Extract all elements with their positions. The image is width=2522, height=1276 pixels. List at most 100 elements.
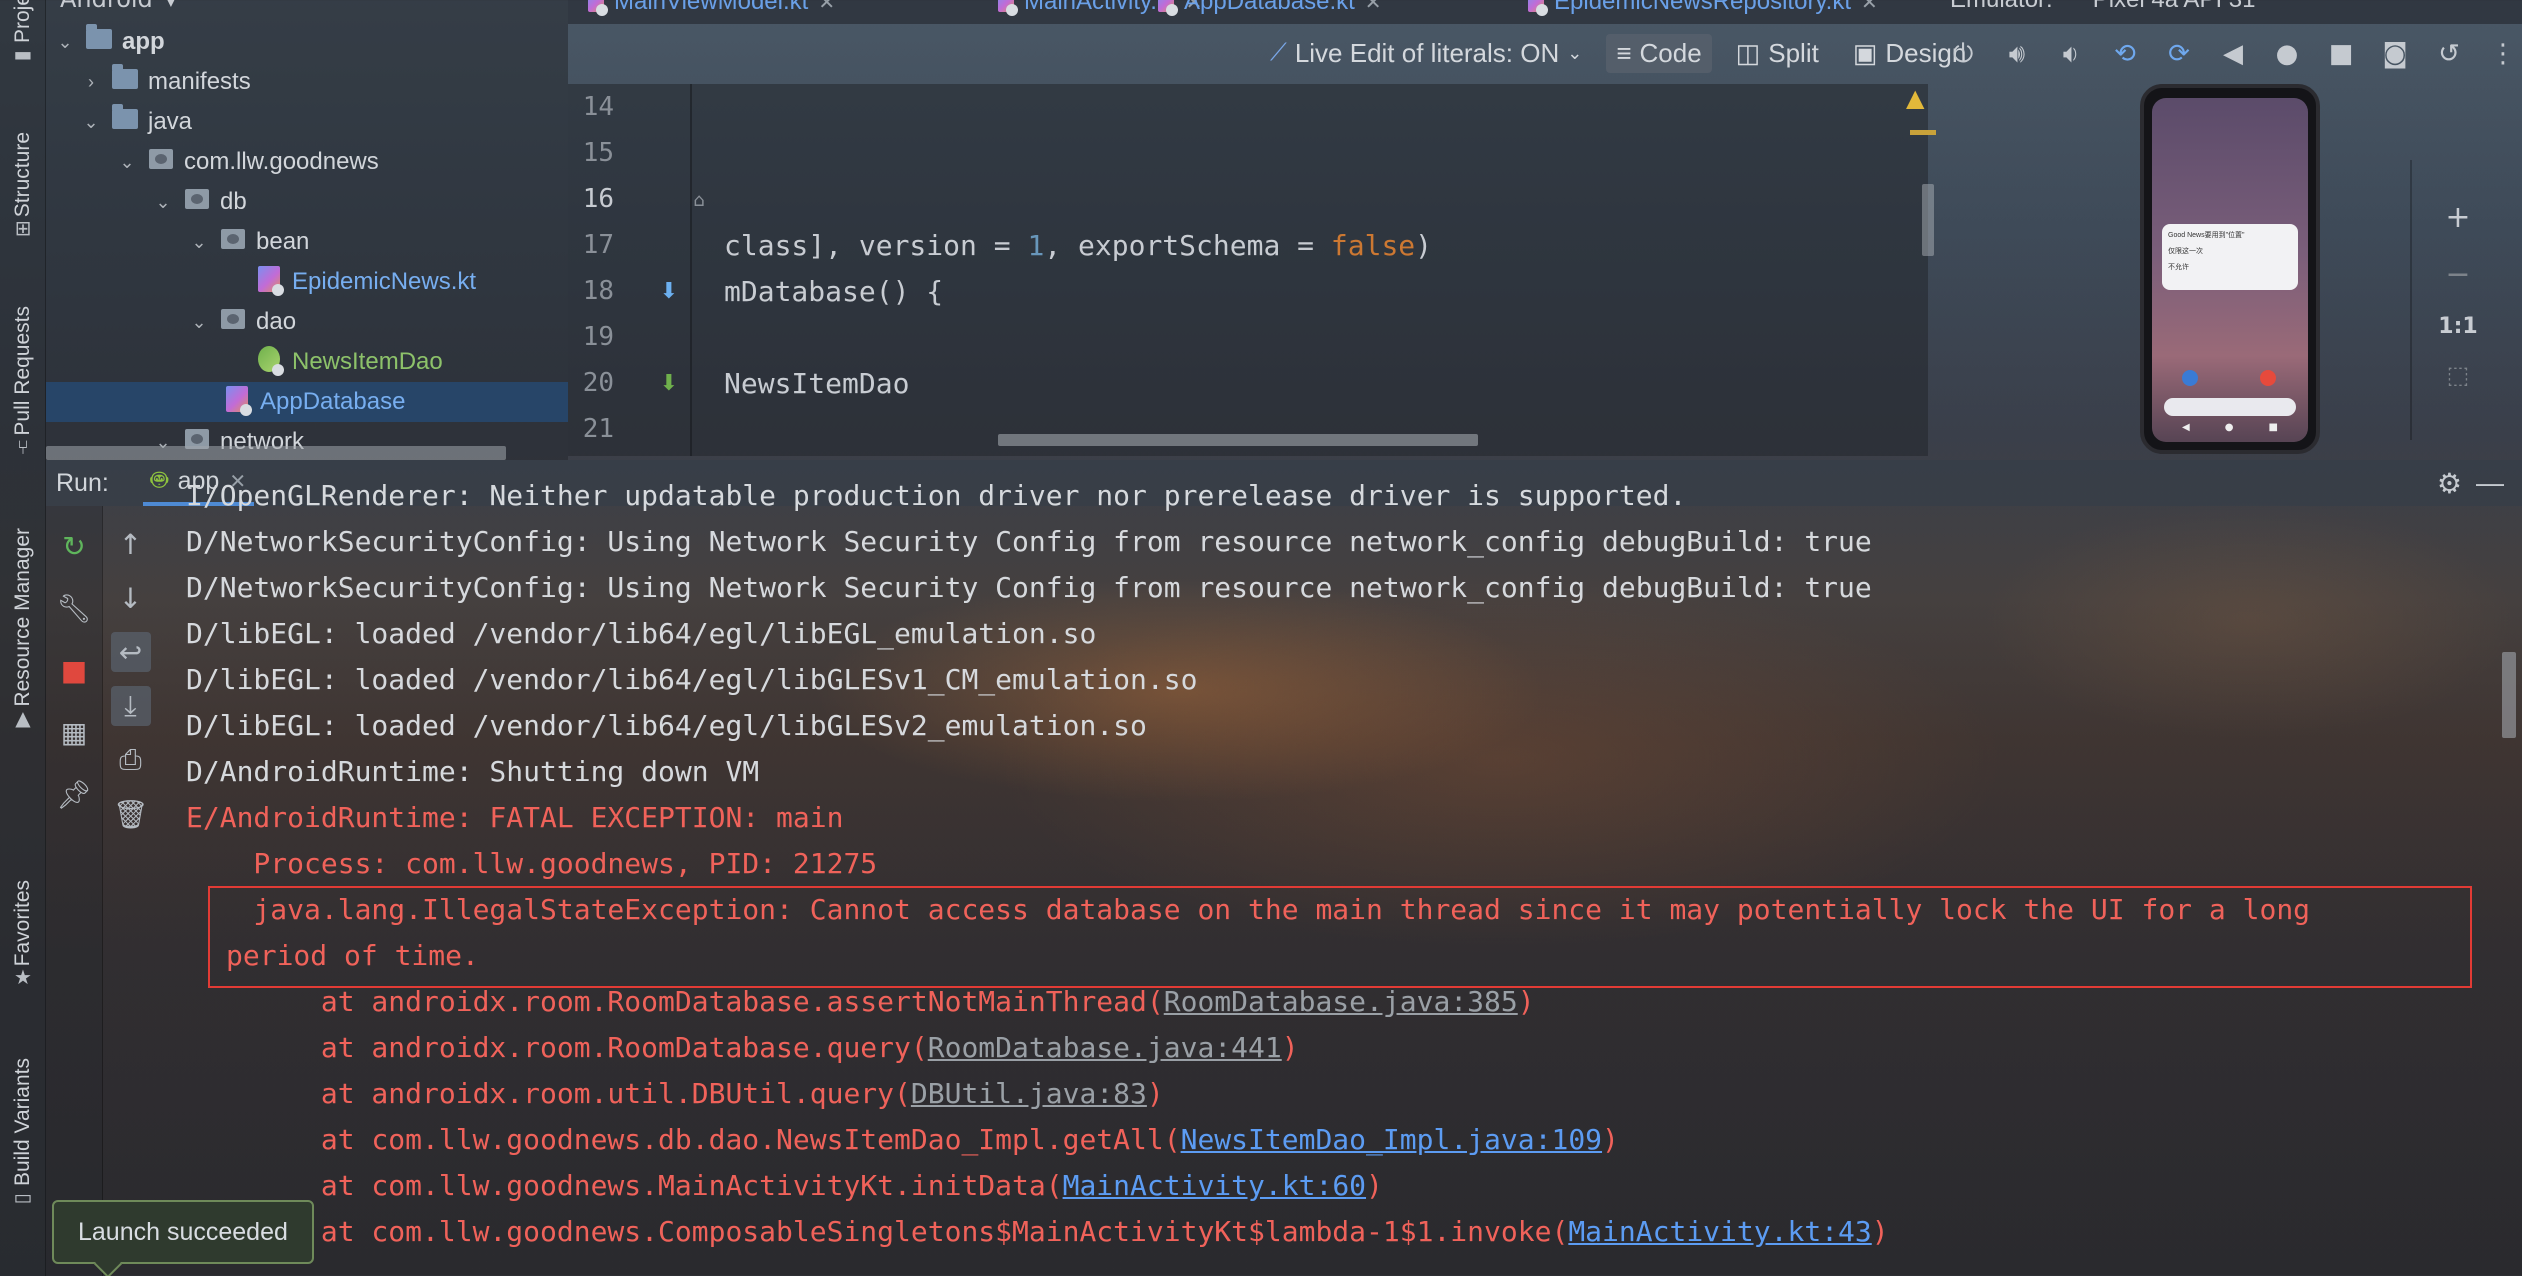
- rotate-right-icon[interactable]: ⟳: [2164, 39, 2194, 69]
- permission-dialog-title: Good News要用到"位置": [2168, 232, 2245, 239]
- tree-item-epidemic-news[interactable]: EpidemicNews.kt: [46, 262, 568, 302]
- app-icon[interactable]: [2182, 370, 2198, 386]
- overview-icon[interactable]: ■: [2326, 39, 2356, 69]
- snapshot-icon[interactable]: ↺: [2434, 39, 2464, 69]
- tree-item-package[interactable]: ⌄ com.llw.goodnews: [46, 142, 568, 182]
- screenshot-icon[interactable]: ◙: [2380, 39, 2410, 69]
- more-icon[interactable]: ⋮: [2488, 39, 2518, 69]
- layout-icon[interactable]: ▦: [54, 712, 94, 752]
- source-link[interactable]: MainActivity.kt:43: [1568, 1215, 1871, 1248]
- source-link[interactable]: MainActivity.kt:60: [1063, 1169, 1366, 1202]
- tab-app-database[interactable]: AppDatabase.kt ✕: [1158, 0, 1382, 20]
- scroll-to-end-icon[interactable]: ⤓: [110, 686, 151, 726]
- run-panel-label: Run:: [56, 468, 109, 497]
- arrow-up-icon[interactable]: ↑: [111, 524, 151, 564]
- tree-item-label: java: [148, 108, 193, 135]
- favorites-tool-tab[interactable]: Favorites ★: [0, 880, 46, 988]
- console-vertical-scrollbar[interactable]: [2502, 652, 2516, 738]
- tree-item-app[interactable]: ⌄ app: [46, 22, 568, 62]
- overview-icon[interactable]: ■: [2269, 422, 2278, 434]
- warning-marker[interactable]: [1910, 130, 1936, 135]
- gutter: ⌂: [614, 187, 724, 212]
- console-line: D/libEGL: loaded /vendor/lib64/egl/libGL…: [186, 662, 1198, 696]
- google-search-bar[interactable]: [2164, 398, 2296, 416]
- zoom-out-icon[interactable]: −: [2445, 257, 2470, 292]
- line-number: 18: [582, 276, 614, 306]
- zoom-in-icon[interactable]: +: [2445, 200, 2470, 235]
- volume-up-icon[interactable]: 🔊︎: [2002, 39, 2032, 70]
- tree-item-app-database[interactable]: AppDatabase: [46, 382, 568, 422]
- permission-option-deny[interactable]: 不允许: [2168, 262, 2292, 272]
- tab-main-view-model[interactable]: MainViewModel.kt ✕: [588, 0, 835, 20]
- implemented-gutter-icon[interactable]: ⬇: [660, 279, 678, 304]
- permission-option-once[interactable]: 仅限这一次: [2168, 246, 2292, 256]
- wrench-icon[interactable]: 🔧︎: [54, 588, 94, 628]
- project-tool-tab[interactable]: Proje ▬: [0, 0, 46, 65]
- source-link[interactable]: DBUtil.java:83: [911, 1077, 1147, 1110]
- android-view-label: Android: [60, 0, 153, 13]
- tree-item-dao[interactable]: ⌄ dao: [46, 302, 568, 342]
- code-line: 19: [568, 314, 1928, 360]
- close-icon[interactable]: ✕: [1861, 0, 1878, 15]
- split-view-button[interactable]: ◫ Split: [1726, 34, 1829, 73]
- structure-tool-tab[interactable]: Structure ⊞: [0, 132, 46, 239]
- gutter: ⬇: [614, 371, 724, 396]
- print-icon[interactable]: ⎙: [111, 740, 151, 780]
- tree-item-java[interactable]: ⌄ java: [46, 102, 568, 142]
- emulator-screen[interactable]: Good News要用到"位置" 仅限这一次 不允许 ◀ ● ■: [2152, 98, 2308, 442]
- tree-item-label: com.llw.goodnews: [184, 148, 379, 175]
- stack-trace-text: ): [1517, 984, 1535, 1018]
- close-icon[interactable]: ✕: [1365, 0, 1382, 15]
- source-link[interactable]: RoomDatabase.java:441: [928, 1031, 1282, 1064]
- power-icon[interactable]: ⏻: [1948, 39, 1978, 70]
- emulator-toolbar: ⏻ 🔊︎ 🔉︎ ⟲ ⟳ ◀ ● ■ ◙ ↺ ⋮: [1948, 34, 2518, 74]
- live-edit-icon: ⟋: [1270, 39, 1287, 66]
- pin-icon[interactable]: 📌︎: [54, 774, 94, 814]
- resource-manager-tool-tab[interactable]: Resource Manager ▲: [0, 528, 46, 729]
- live-edit-dropdown[interactable]: ⟋ Live Edit of literals: ON ⌄: [1260, 34, 1592, 73]
- fold-icon[interactable]: ⌂: [693, 190, 704, 211]
- code-editor[interactable]: 14 15 16 ⌂ 17 class], version = 1, expor…: [568, 84, 1928, 456]
- build-variants-tool-tab[interactable]: Build Variants ▭: [0, 1058, 46, 1208]
- kotlin-file-icon: [1158, 0, 1178, 16]
- tree-item-news-item-dao[interactable]: NewsItemDao: [46, 342, 568, 382]
- line-number: 17: [582, 230, 614, 260]
- tree-item-db[interactable]: ⌄ db: [46, 182, 568, 222]
- warning-icon[interactable]: ▲: [1906, 84, 1924, 112]
- editor-horizontal-scrollbar[interactable]: [998, 434, 1478, 446]
- emulator-device-tab[interactable]: Pixel 4a API 31: [2093, 0, 2256, 14]
- home-icon[interactable]: ●: [2225, 422, 2234, 434]
- arrow-down-icon[interactable]: ↓: [111, 578, 151, 618]
- code-view-button[interactable]: ≡ Code: [1606, 33, 1712, 73]
- line-number: 20: [582, 368, 614, 398]
- editor-toolbar: ⟋ Live Edit of literals: ON ⌄ ≡ Code ◫ S…: [1260, 30, 1976, 76]
- implemented-gutter-icon[interactable]: ⬇: [660, 371, 678, 396]
- tab-epidemic-news-repository[interactable]: EpidemicNewsRepository.kt ✕: [1528, 0, 1878, 20]
- source-link[interactable]: RoomDatabase.java:385: [1164, 985, 1518, 1018]
- tree-item-bean[interactable]: ⌄ bean: [46, 222, 568, 262]
- fit-screen-icon[interactable]: ⬚: [2447, 361, 2470, 389]
- pull-requests-tool-tab[interactable]: Pull Requests ⑂: [0, 306, 46, 458]
- tree-item-manifests[interactable]: › manifests: [46, 62, 568, 102]
- project-view-selector[interactable]: Android ▼: [46, 0, 177, 13]
- tree-horizontal-scrollbar[interactable]: [46, 446, 506, 460]
- stack-trace-text: ): [1281, 1030, 1299, 1064]
- soft-wrap-icon[interactable]: ↩: [110, 632, 151, 672]
- rotate-left-icon[interactable]: ⟲: [2110, 39, 2140, 69]
- tree-item-label: bean: [256, 228, 310, 255]
- back-icon[interactable]: ◀: [2218, 39, 2248, 69]
- back-icon[interactable]: ◀: [2182, 422, 2190, 434]
- zoom-ratio-button[interactable]: 1:1: [2438, 314, 2477, 339]
- stop-icon[interactable]: ■: [54, 650, 94, 690]
- trash-icon[interactable]: 🗑︎: [111, 794, 151, 834]
- rerun-icon[interactable]: ↻: [54, 526, 94, 566]
- chrome-icon[interactable]: [2260, 370, 2276, 386]
- volume-down-icon[interactable]: 🔉︎: [2056, 39, 2086, 70]
- home-icon[interactable]: ●: [2272, 39, 2302, 69]
- emulator-device-frame[interactable]: Good News要用到"位置" 仅限这一次 不允许 ◀ ● ■: [2140, 84, 2320, 454]
- editor-vertical-scrollbar[interactable]: [1922, 184, 1934, 256]
- close-icon[interactable]: ✕: [818, 0, 835, 15]
- console-output[interactable]: I/OpenGLRenderer: Neither updatable prod…: [186, 476, 2486, 1276]
- source-link[interactable]: NewsItemDao_Impl.java:109: [1181, 1123, 1602, 1156]
- permission-dialog[interactable]: Good News要用到"位置" 仅限这一次 不允许: [2162, 224, 2298, 290]
